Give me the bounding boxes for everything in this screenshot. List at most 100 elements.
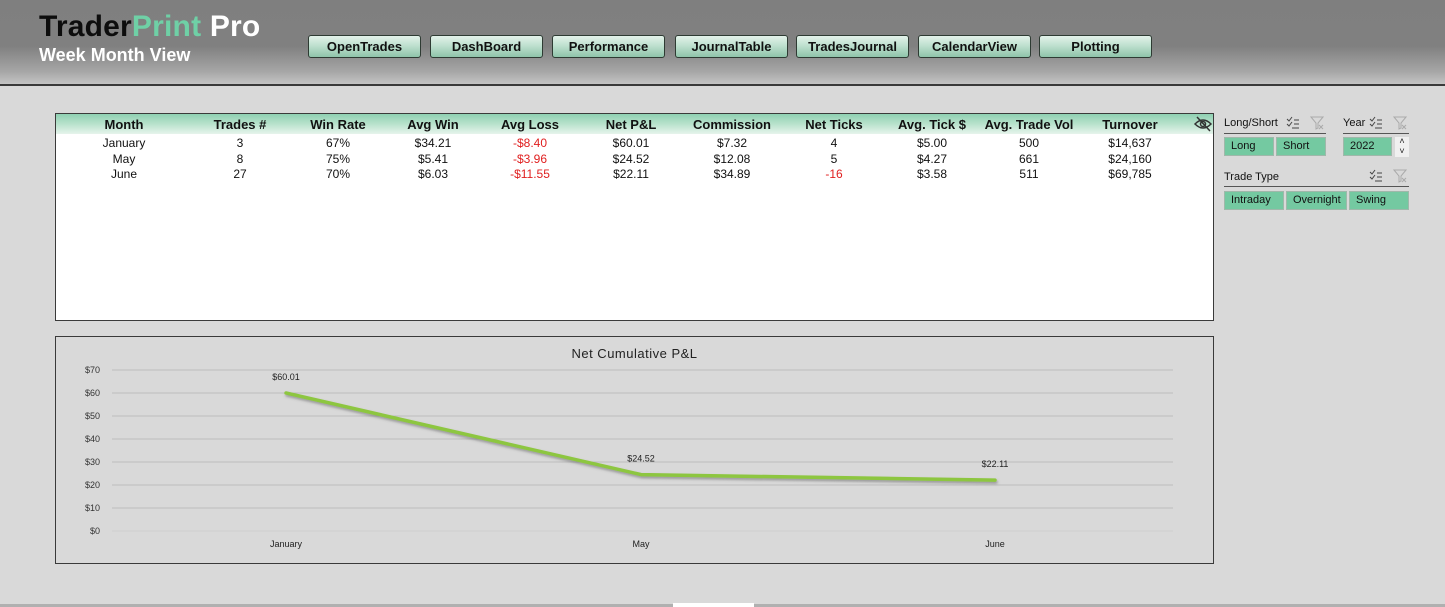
data-label: $22.11 [982, 459, 1009, 469]
data-point[interactable] [993, 478, 997, 482]
table-cell: January [102, 136, 146, 150]
y-tick-label: $0 [90, 526, 100, 536]
app-header: TraderPrint Pro Week Month View OpenTrad… [0, 0, 1445, 86]
column-header[interactable]: Trades # [185, 117, 295, 132]
table-cell: $34.89 [713, 167, 751, 181]
monthly-summary-table: Month Trades # Win Rate Avg Win Avg Loss Net … [55, 113, 1214, 321]
slicer-divider [1343, 133, 1409, 134]
brand-trader: Trader [39, 10, 132, 43]
table-cell: -$3.96 [512, 151, 548, 166]
y-tick-label: $10 [85, 503, 100, 513]
table-cell: $14,637 [1108, 136, 1152, 150]
y-tick-label: $60 [85, 388, 100, 398]
table-cell: $5.41 [417, 151, 449, 166]
table-cell: $12.08 [713, 151, 751, 166]
slicer-item-overnight[interactable]: Overnight [1286, 191, 1347, 210]
table-cell: 4 [830, 136, 838, 150]
column-header[interactable]: Avg Win [378, 117, 488, 132]
slicer-item-intraday[interactable]: Intraday [1224, 191, 1284, 210]
multi-select-icon[interactable] [1369, 116, 1383, 130]
table-cell: $22.11 [613, 167, 649, 181]
data-label: $60.01 [272, 372, 300, 382]
column-header[interactable]: Avg. Tick $ [877, 117, 987, 132]
app-logo: TraderPrint Pro [39, 10, 260, 44]
table-cell: 67% [325, 136, 351, 150]
column-header[interactable]: Win Rate [283, 117, 393, 132]
table-cell: 75% [325, 151, 351, 166]
net-cumulative-pnl-chart: Net Cumulative P&L $0 $10 $20 $30 $40 $50 $60 $… [55, 336, 1214, 564]
multi-select-icon[interactable] [1369, 169, 1383, 183]
column-header[interactable]: Avg. Trade Vol [974, 117, 1084, 132]
clear-filter-icon[interactable] [1392, 116, 1408, 130]
scroll-down-button[interactable]: ˅ [1395, 147, 1409, 157]
table-cell: June [110, 167, 138, 181]
slicer-title: Trade Type [1224, 171, 1280, 183]
y-tick-label: $40 [85, 434, 100, 444]
table-cell: 500 [1018, 136, 1040, 150]
nav-journaltable-button[interactable]: JournalTable [675, 35, 788, 58]
data-point[interactable] [284, 391, 288, 395]
x-tick-label: June [985, 539, 1005, 549]
slicer-divider [1224, 133, 1326, 134]
table-cell: $34.21 [414, 136, 452, 150]
column-header[interactable]: Month [69, 117, 179, 132]
slicer-divider [1224, 186, 1409, 187]
slicer-item-long[interactable]: Long [1224, 137, 1274, 156]
nav-performance-button[interactable]: Performance [552, 35, 665, 58]
table-cell: $7.32 [716, 136, 748, 150]
column-header[interactable]: Avg Loss [475, 117, 585, 132]
slicer-title: Year [1343, 117, 1366, 129]
slicer-title: Long/Short [1224, 117, 1278, 129]
y-tick-label: $30 [85, 457, 100, 467]
nav-tradesjournal-button[interactable]: TradesJournal [796, 35, 909, 58]
eye-slash-icon[interactable] [1193, 115, 1213, 133]
column-header[interactable]: Net Ticks [779, 117, 889, 132]
chart-plot-area: $0 $10 $20 $30 $40 $50 $60 $70 $60.01 January $24.… [85, 365, 1173, 549]
multi-select-icon[interactable] [1286, 116, 1300, 130]
table-cell: $24,160 [1108, 151, 1152, 166]
y-tick-label: $20 [85, 480, 100, 490]
year-scroll-control[interactable]: ˄ ˅ [1395, 137, 1409, 157]
brand-pro: Pro [209, 10, 261, 43]
sheet-tab-active[interactable] [673, 603, 754, 607]
nav-plotting-button[interactable]: Plotting [1039, 35, 1152, 58]
table-cell: 27 [233, 167, 247, 181]
data-point[interactable] [639, 473, 643, 477]
table-cell: $60.01 [612, 136, 650, 150]
table-cell: $6.03 [417, 167, 449, 181]
column-header[interactable]: Commission [677, 117, 787, 132]
clear-filter-icon[interactable] [1392, 169, 1408, 183]
slicer-item-short[interactable]: Short [1276, 137, 1326, 156]
table-cell: 3 [236, 136, 244, 150]
clear-filter-icon[interactable] [1309, 116, 1325, 130]
table-cell: $69,785 [1108, 167, 1152, 181]
nav-dashboard-button[interactable]: DashBoard [430, 35, 543, 58]
y-tick-label: $70 [85, 365, 100, 375]
table-cell: $5.00 [916, 136, 948, 150]
page-title: Week Month View [39, 45, 191, 65]
x-tick-label: January [270, 539, 303, 549]
table-cell: $24.52 [612, 151, 650, 166]
x-tick-label: May [632, 539, 650, 549]
nav-calendarview-button[interactable]: CalendarView [918, 35, 1031, 58]
table-cell: $4.27 [916, 151, 948, 166]
table-cell: May [112, 151, 136, 166]
table-cell: $3.58 [916, 167, 948, 181]
y-tick-label: $50 [85, 411, 100, 421]
table-cell: 5 [830, 151, 838, 166]
table-cell: 511 [1019, 167, 1039, 181]
table-cell: 70% [325, 167, 351, 181]
series-line-net-cumulative-pnl[interactable] [284, 391, 997, 482]
column-header[interactable]: Net P&L [576, 117, 686, 132]
table-cell: 661 [1018, 151, 1040, 166]
column-header[interactable]: Turnover [1075, 117, 1185, 132]
table-cell: 8 [236, 151, 244, 166]
data-label: $24.52 [627, 454, 655, 464]
slicer-item-2022[interactable]: 2022 [1343, 137, 1392, 156]
table-cell: -16 [825, 167, 843, 181]
brand-print: Print [131, 10, 202, 43]
table-cell: -$11.55 [510, 167, 550, 181]
nav-opentrades-button[interactable]: OpenTrades [308, 35, 421, 58]
slicer-item-swing[interactable]: Swing [1349, 191, 1409, 210]
table-cell: -$8.40 [512, 136, 548, 150]
